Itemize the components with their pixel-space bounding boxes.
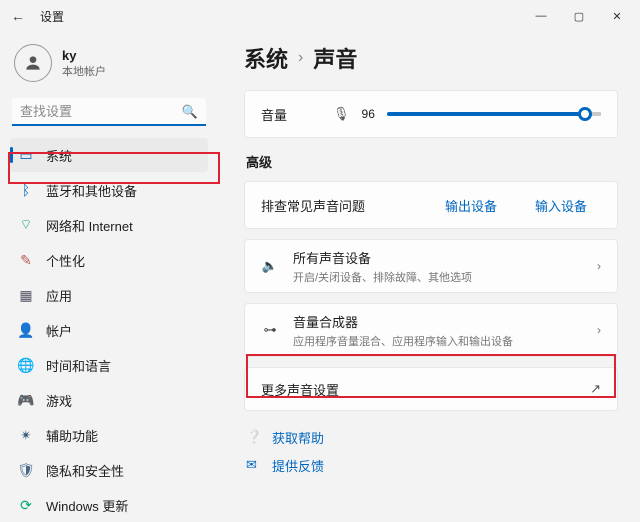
- user-sub: 本地帐户: [62, 63, 106, 79]
- window-title: 设置: [40, 8, 64, 25]
- feedback-icon: ✉: [246, 457, 262, 473]
- back-button[interactable]: ←: [4, 8, 32, 24]
- sidebar-item-time[interactable]: 🌐 时间和语言: [10, 348, 208, 382]
- sidebar-item-accessibility[interactable]: ✴ 辅助功能: [10, 418, 208, 452]
- user-block[interactable]: ky 本地帐户: [14, 44, 204, 82]
- sidebar-item-label: 时间和语言: [46, 356, 111, 375]
- shield-icon: 🛡: [18, 462, 34, 478]
- bluetooth-icon: ᛒ: [18, 182, 34, 198]
- help-label: 获取帮助: [272, 428, 324, 447]
- chevron-right-icon: ›: [298, 49, 303, 67]
- sidebar-item-update[interactable]: ⟳ Windows 更新: [10, 488, 208, 522]
- gaming-icon: 🎮: [18, 392, 34, 408]
- sidebar-item-accounts[interactable]: 👤 帐户: [10, 313, 208, 347]
- sidebar-item-label: 游戏: [46, 391, 72, 410]
- user-name: ky: [62, 48, 106, 63]
- sidebar-item-label: 隐私和安全性: [46, 461, 124, 480]
- volume-mixer-row[interactable]: ⊶ 音量合成器 应用程序音量混合、应用程序输入和输出设备 ›: [244, 303, 618, 357]
- more-label: 更多声音设置: [261, 380, 339, 399]
- troubleshoot-label: 排查常见声音问题: [261, 196, 421, 215]
- speaker-icon: 🔈: [261, 258, 279, 274]
- all-sound-devices-row[interactable]: 🔈 所有声音设备 开启/关闭设备、排除故障、其他选项 ›: [244, 239, 618, 293]
- help-icon: ❔: [246, 429, 262, 445]
- sidebar-item-label: 帐户: [46, 321, 72, 340]
- clock-icon: 🌐: [18, 357, 34, 373]
- sidebar-item-label: 蓝牙和其他设备: [46, 181, 137, 200]
- row-sub: 应用程序音量混合、应用程序输入和输出设备: [293, 333, 513, 349]
- sidebar-item-privacy[interactable]: 🛡 隐私和安全性: [10, 453, 208, 487]
- brush-icon: ✎: [18, 252, 34, 268]
- sidebar-item-bluetooth[interactable]: ᛒ 蓝牙和其他设备: [10, 173, 208, 207]
- minimize-button[interactable]: —: [522, 2, 560, 30]
- close-button[interactable]: ✕: [598, 2, 636, 30]
- chevron-right-icon: ›: [597, 323, 601, 337]
- sidebar-item-label: 个性化: [46, 251, 85, 270]
- apps-icon: ▦: [18, 287, 34, 303]
- breadcrumb-parent[interactable]: 系统: [244, 42, 288, 74]
- accounts-icon: 👤: [18, 322, 34, 338]
- output-device-link[interactable]: 输出设备: [431, 196, 511, 215]
- sidebar-item-label: 辅助功能: [46, 426, 98, 445]
- search-input[interactable]: [12, 98, 206, 126]
- row-sub: 开启/关闭设备、排除故障、其他选项: [293, 269, 472, 285]
- sidebar-item-label: 应用: [46, 286, 72, 305]
- sidebar-item-label: 网络和 Internet: [46, 216, 133, 235]
- system-icon: ▭: [18, 147, 34, 163]
- mixer-icon: ⊶: [261, 322, 279, 338]
- volume-label: 音量: [261, 105, 321, 124]
- sidebar-item-network[interactable]: ⌔ 网络和 Internet: [10, 208, 208, 242]
- sidebar-item-label: Windows 更新: [46, 496, 128, 515]
- external-link-icon: ↗: [590, 381, 601, 397]
- get-help-link[interactable]: ❔ 获取帮助: [244, 423, 618, 451]
- sidebar-item-personalization[interactable]: ✎ 个性化: [10, 243, 208, 277]
- sidebar-item-system[interactable]: ▭ 系统: [10, 138, 208, 172]
- troubleshoot-row: 排查常见声音问题 输出设备 输入设备: [244, 181, 618, 229]
- feedback-link[interactable]: ✉ 提供反馈: [244, 451, 618, 479]
- volume-slider[interactable]: [387, 112, 601, 116]
- volume-row[interactable]: 音量 🎙 96: [244, 90, 618, 138]
- breadcrumb: 系统 › 声音: [244, 42, 618, 74]
- feedback-label: 提供反馈: [272, 456, 324, 475]
- row-title: 所有声音设备: [293, 248, 472, 267]
- mic-icon[interactable]: 🎙: [333, 106, 350, 122]
- sidebar-item-label: 系统: [46, 146, 72, 165]
- sidebar-item-gaming[interactable]: 🎮 游戏: [10, 383, 208, 417]
- accessibility-icon: ✴: [18, 427, 34, 443]
- input-device-link[interactable]: 输入设备: [521, 196, 601, 215]
- volume-value: 96: [362, 107, 375, 121]
- more-sound-settings-row[interactable]: 更多声音设置 ↗: [244, 367, 618, 411]
- sidebar-item-apps[interactable]: ▦ 应用: [10, 278, 208, 312]
- update-icon: ⟳: [18, 497, 34, 513]
- chevron-right-icon: ›: [597, 259, 601, 273]
- avatar: [14, 44, 52, 82]
- row-title: 音量合成器: [293, 312, 513, 331]
- search-icon: 🔍: [182, 104, 198, 120]
- wifi-icon: ⌔: [18, 217, 34, 233]
- maximize-button[interactable]: ▢: [560, 2, 598, 30]
- breadcrumb-current: 声音: [313, 42, 357, 74]
- section-advanced: 高级: [246, 152, 618, 171]
